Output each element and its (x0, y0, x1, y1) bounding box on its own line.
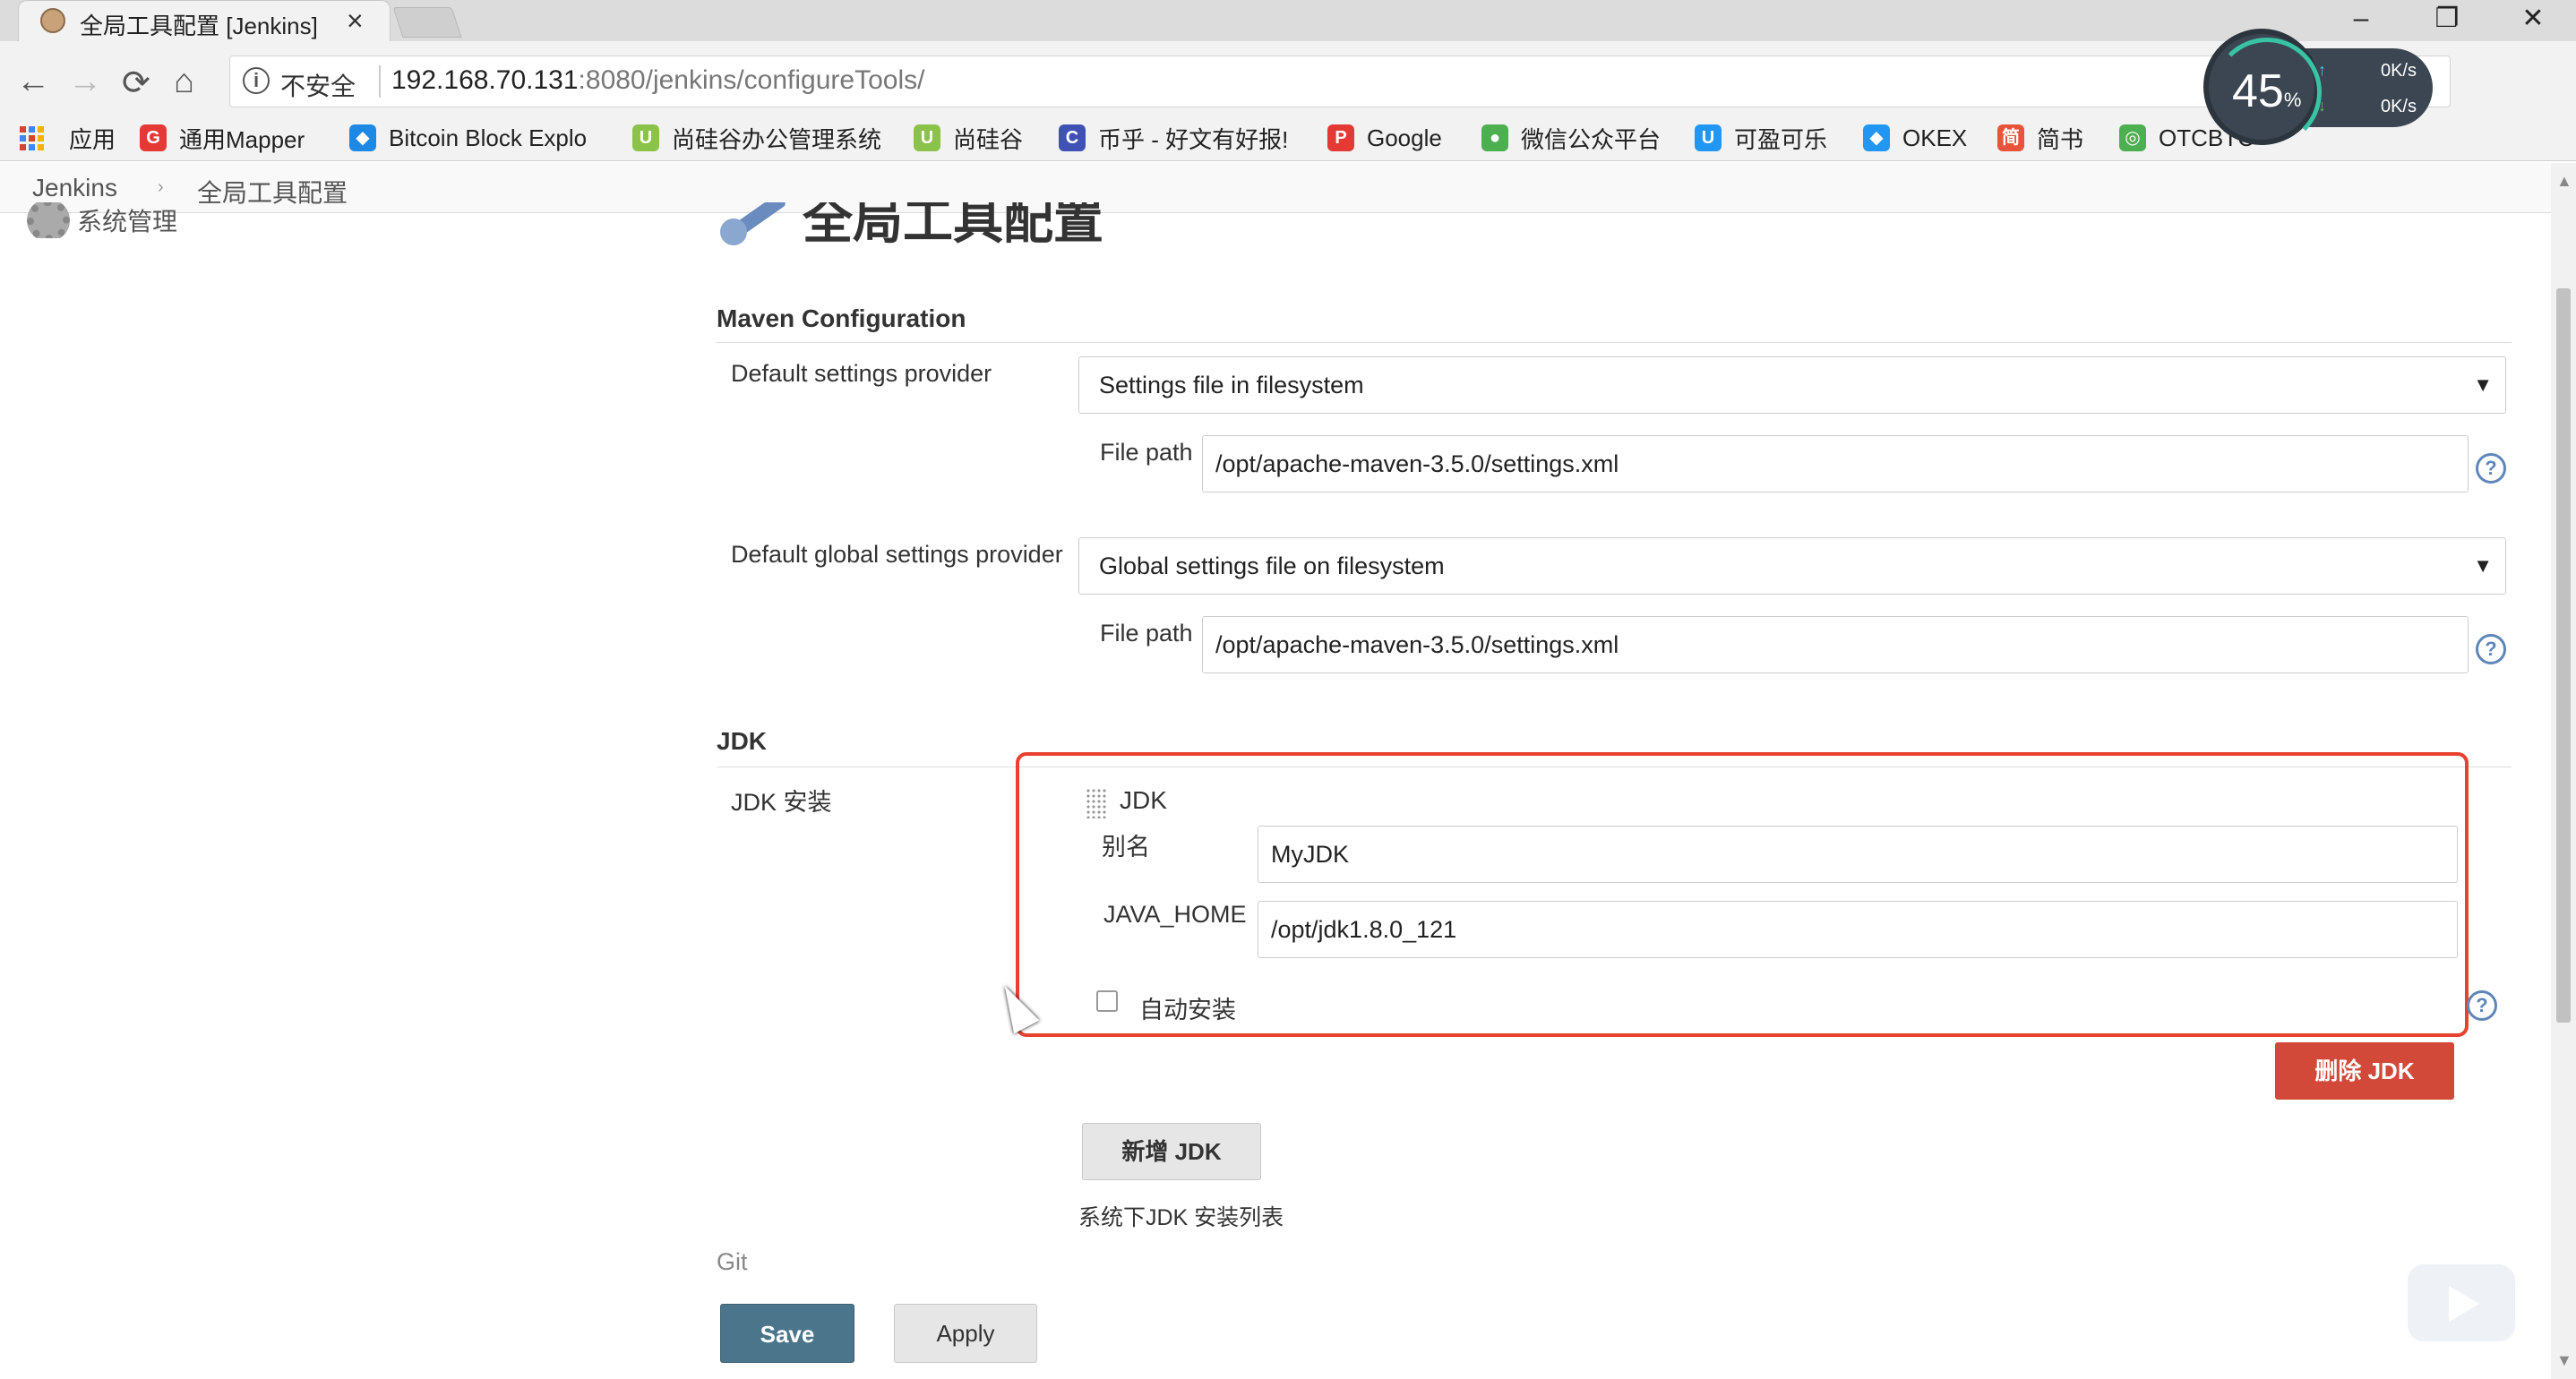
global-settings-label: Default global settings provider (731, 541, 1063, 568)
diamond-icon: ◆ (1863, 124, 1890, 151)
auto-install-checkbox[interactable] (1096, 990, 1118, 1012)
bookmark-item[interactable]: 简 简书 (1997, 122, 2083, 154)
page-scrollbar[interactable]: ▲ ▼ (2551, 163, 2576, 1379)
bookmark-item[interactable]: U 尚硅谷 (914, 122, 1023, 154)
address-separator (379, 65, 381, 98)
jianshu-icon: 简 (1997, 124, 2024, 151)
url-text[interactable]: 192.168.70.131:8080/jenkins/configureToo… (391, 65, 924, 96)
sidebar-item-system-admin[interactable]: 系统管理 (27, 202, 177, 238)
bookmarks-bar: 应用 G 通用Mapper ◆ Bitcoin Block Explo U 尚硅… (0, 115, 2576, 161)
section-divider (717, 342, 2512, 343)
global-settings-select[interactable]: Global settings file on filesystem ▼ (1078, 537, 2506, 595)
jenkins-favicon-icon (40, 8, 65, 33)
apps-grid-icon (20, 125, 44, 150)
dropdown-caret-icon: ▼ (2473, 373, 2493, 396)
info-icon[interactable]: i (243, 67, 270, 94)
bookmark-item[interactable]: U 尚硅谷办公管理系统 (632, 122, 881, 154)
default-settings-label: Default settings provider (731, 360, 992, 387)
drag-handle-icon[interactable] (1086, 788, 1107, 818)
bookmark-item[interactable]: C 币乎 - 好文有好报! (1059, 122, 1288, 154)
insecure-label: 不安全 (280, 73, 356, 100)
breadcrumb-chevron-icon: › (158, 177, 164, 197)
java-home-label: JAVA_HOME (1103, 901, 1247, 928)
dropdown-caret-icon: ▼ (2473, 554, 2493, 577)
breadcrumb-current[interactable]: 全局工具配置 (197, 174, 348, 210)
reload-icon[interactable]: ⟳ (122, 63, 150, 103)
address-bar[interactable]: i 不安全 192.168.70.131:8080/jenkins/config… (229, 56, 2451, 107)
file-path-label: File path (1100, 439, 1193, 466)
new-tab-button[interactable] (392, 7, 462, 38)
breadcrumb: Jenkins › 全局工具配置 (0, 163, 2551, 213)
video-play-overlay[interactable] (2408, 1264, 2515, 1341)
diamond-icon: ◆ (349, 124, 376, 151)
bookmark-item[interactable]: ● 微信公众平台 (1481, 122, 1661, 154)
jdk-install-label: JDK 安装 (731, 789, 832, 816)
scroll-up-icon[interactable]: ▲ (2556, 172, 2572, 191)
tab-close-icon[interactable]: × (347, 4, 364, 38)
file-path-input[interactable] (1202, 435, 2469, 492)
page-header: 全局工具配置 (717, 202, 1103, 245)
jdk-block-title: JDK (1120, 786, 1167, 814)
otcbtc-icon: ◎ (2119, 124, 2146, 151)
bookmark-item[interactable]: P Google (1327, 122, 1442, 154)
play-icon (2449, 1286, 2479, 1322)
bookmark-item[interactable]: ◆ Bitcoin Block Explo (349, 122, 587, 154)
scroll-thumb[interactable] (2556, 288, 2571, 1023)
speed-panel: ↑ 0K/s ↓ 0K/s (2302, 48, 2433, 127)
g-logo-icon: G (140, 124, 167, 151)
help-icon[interactable]: ? (2467, 990, 2497, 1021)
save-button[interactable]: Save (720, 1304, 854, 1363)
global-file-path-input[interactable] (1202, 616, 2469, 673)
u-logo-icon: U (914, 124, 940, 151)
help-icon[interactable]: ? (2476, 453, 2506, 484)
help-icon[interactable]: ? (2476, 634, 2506, 664)
add-jdk-button[interactable]: 新增 JDK (1082, 1123, 1261, 1180)
sidebar-item-label: 系统管理 (77, 208, 178, 236)
gear-icon (27, 202, 70, 238)
apply-button[interactable]: Apply (894, 1304, 1037, 1363)
browser-titlebar: 全局工具配置 [Jenkins] × – ❐ ✕ (0, 0, 2576, 41)
memory-gauge: 45% (2203, 29, 2322, 147)
jdk-list-caption: 系统下JDK 安装列表 (1078, 1205, 1284, 1230)
page-title: 全局工具配置 (803, 202, 1103, 245)
p-logo-icon: P (1327, 124, 1354, 151)
global-file-path-label: File path (1100, 620, 1193, 647)
forward-icon[interactable]: → (68, 63, 102, 101)
jdk-section-heading: JDK (717, 727, 768, 755)
wechat-icon: ● (1481, 124, 1508, 151)
bookmark-item[interactable]: U 可盈可乐 (1695, 122, 1827, 154)
tools-icon (717, 202, 797, 245)
tab-title: 全局工具配置 [Jenkins] (80, 13, 318, 39)
bookmark-item[interactable]: G 通用Mapper (140, 122, 305, 154)
alias-label: 别名 (1102, 834, 1150, 861)
default-settings-select[interactable]: Settings file in filesystem ▼ (1078, 356, 2506, 414)
bookmark-apps[interactable]: 应用 (20, 122, 116, 154)
browser-tab-active[interactable]: 全局工具配置 [Jenkins] × (18, 0, 391, 41)
u-logo-icon: U (632, 124, 659, 151)
bookmark-item[interactable]: ◆ OKEX (1863, 122, 1967, 154)
auto-install-label: 自动安装 (1139, 997, 1236, 1024)
back-icon[interactable]: ← (16, 63, 50, 101)
c-logo-icon: C (1059, 124, 1086, 151)
git-section-heading: Git (717, 1248, 748, 1275)
network-speed-widget[interactable]: ↑ 0K/s ↓ 0K/s 45% (2203, 29, 2433, 147)
close-window-button[interactable]: ✕ (2490, 0, 2576, 41)
scroll-down-icon[interactable]: ▼ (2556, 1351, 2572, 1370)
breadcrumb-jenkins[interactable]: Jenkins (32, 174, 117, 202)
java-home-input[interactable] (1258, 901, 2458, 958)
home-icon[interactable]: ⌂ (174, 63, 194, 101)
jdk-alias-input[interactable] (1258, 826, 2458, 883)
maven-section-heading: Maven Configuration (717, 304, 966, 332)
u-logo-icon: U (1695, 124, 1722, 151)
delete-jdk-button[interactable]: 删除 JDK (2275, 1042, 2454, 1100)
